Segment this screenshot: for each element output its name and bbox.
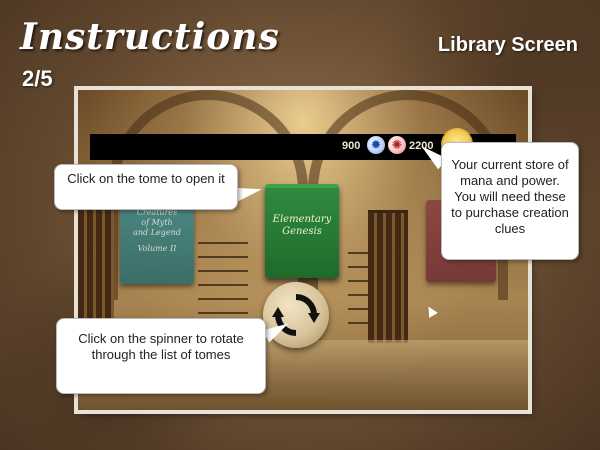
- bookshelf: [348, 240, 368, 330]
- tome-left-title-line: Volume II: [137, 244, 177, 253]
- callout-mana-power: Your current store of mana and power. Yo…: [441, 142, 579, 260]
- callout-tome: Click on the tome to open it: [54, 164, 238, 210]
- tome-left[interactable]: Creatures of Myth and Legend Volume II: [120, 200, 194, 284]
- bookshelf: [368, 210, 408, 343]
- mana-orb-icon: ✹: [367, 136, 385, 154]
- tome-center-title-line: Elementary: [272, 214, 332, 225]
- tome-center[interactable]: Elementary Genesis: [265, 184, 339, 278]
- callout-spinner: Click on the spinner to rotate through t…: [56, 318, 266, 394]
- tome-left-title-line: and Legend: [133, 228, 181, 237]
- power-orb-icon: ✺: [388, 136, 406, 154]
- tome-left-title-line: of Myth: [141, 218, 173, 227]
- tome-left-title: Creatures of Myth and Legend Volume II: [120, 208, 194, 254]
- mana-value: 900: [342, 140, 361, 152]
- page-indicator: 2/5: [22, 66, 53, 91]
- tome-center-title: Elementary Genesis: [265, 214, 339, 238]
- bookshelf: [198, 230, 248, 320]
- instructions-title: Instructions: [20, 16, 280, 58]
- screen-name-label: Library Screen: [437, 34, 578, 56]
- tome-center-title-line: Genesis: [282, 226, 322, 237]
